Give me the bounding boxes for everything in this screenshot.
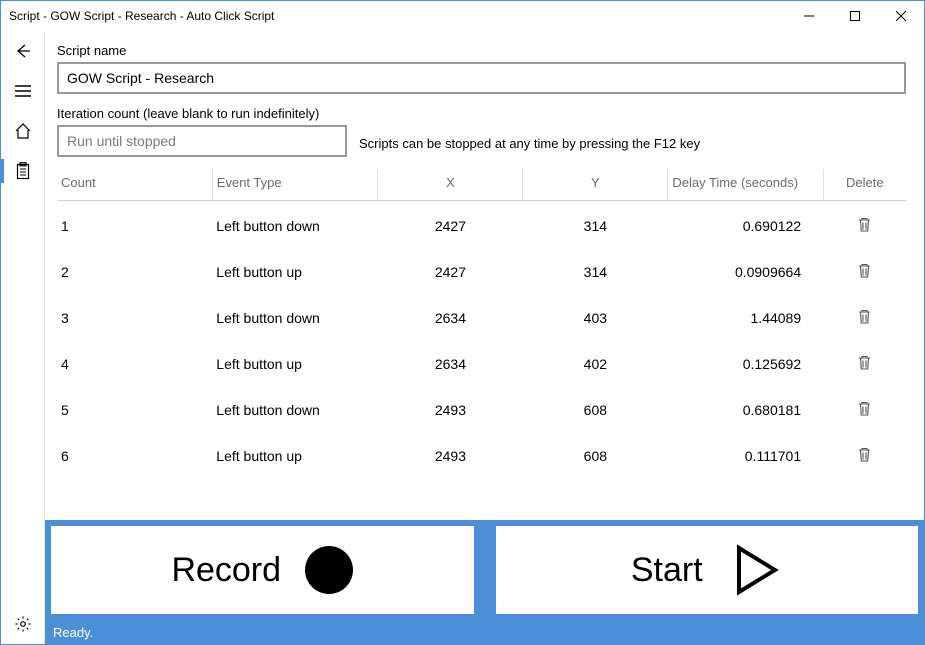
table-row[interactable]: 2Left button up24273140.0909664 bbox=[57, 247, 906, 293]
th-x[interactable]: X bbox=[378, 169, 523, 201]
cell-x: 2427 bbox=[378, 247, 523, 293]
trash-icon bbox=[858, 401, 871, 419]
delete-row-button[interactable] bbox=[858, 309, 871, 327]
table-row[interactable]: 5Left button down24936080.680181 bbox=[57, 385, 906, 431]
cell-delay: 0.111701 bbox=[668, 431, 823, 477]
main-panel: Script name Iteration count (leave blank… bbox=[45, 31, 924, 644]
cell-count: 5 bbox=[57, 385, 212, 431]
cell-x: 2634 bbox=[378, 293, 523, 339]
trash-icon bbox=[858, 217, 871, 235]
gear-icon bbox=[14, 615, 32, 633]
iteration-count-input[interactable] bbox=[57, 125, 347, 157]
cell-event-type: Left button up bbox=[212, 247, 378, 293]
table-row[interactable]: 6Left button up24936080.111701 bbox=[57, 431, 906, 477]
trash-icon bbox=[858, 355, 871, 373]
cell-x: 2493 bbox=[378, 431, 523, 477]
cell-event-type: Left button up bbox=[212, 431, 378, 477]
cell-event-type: Left button down bbox=[212, 201, 378, 248]
delete-row-button[interactable] bbox=[858, 263, 871, 281]
cell-y: 314 bbox=[523, 201, 668, 248]
cell-y: 608 bbox=[523, 431, 668, 477]
iteration-label: Iteration count (leave blank to run inde… bbox=[57, 106, 347, 121]
delete-row-button[interactable] bbox=[858, 401, 871, 419]
nav-settings[interactable] bbox=[1, 604, 45, 644]
th-y[interactable]: Y bbox=[523, 169, 668, 201]
side-nav bbox=[1, 31, 45, 644]
back-button[interactable] bbox=[1, 31, 45, 71]
stop-hint: Scripts can be stopped at any time by pr… bbox=[359, 136, 700, 157]
cell-event-type: Left button down bbox=[212, 293, 378, 339]
action-button-row: Record Start bbox=[45, 520, 924, 620]
record-button[interactable]: Record bbox=[45, 520, 480, 620]
th-delete[interactable]: Delete bbox=[823, 169, 906, 201]
cell-x: 2634 bbox=[378, 339, 523, 385]
delete-row-button[interactable] bbox=[858, 355, 871, 373]
th-delay[interactable]: Delay Time (seconds) bbox=[668, 169, 823, 201]
trash-icon bbox=[858, 447, 871, 465]
record-icon bbox=[305, 546, 353, 594]
cell-count: 2 bbox=[57, 247, 212, 293]
window-title: Script - GOW Script - Research - Auto Cl… bbox=[9, 9, 786, 23]
table-row[interactable]: 3Left button down26344031.44089 bbox=[57, 293, 906, 339]
cell-event-type: Left button down bbox=[212, 385, 378, 431]
hamburger-icon bbox=[15, 84, 31, 98]
cell-delay: 0.680181 bbox=[668, 385, 823, 431]
cell-delay: 0.690122 bbox=[668, 201, 823, 248]
cell-x: 2427 bbox=[378, 201, 523, 248]
status-bar: Ready. bbox=[45, 620, 924, 644]
clipboard-icon bbox=[15, 162, 31, 180]
start-button[interactable]: Start bbox=[490, 520, 925, 620]
cell-y: 402 bbox=[523, 339, 668, 385]
table-row[interactable]: 4Left button up26344020.125692 bbox=[57, 339, 906, 385]
cell-y: 403 bbox=[523, 293, 668, 339]
arrow-left-icon bbox=[14, 42, 32, 60]
event-table-wrap[interactable]: Count Event Type X Y Delay Time (seconds… bbox=[45, 161, 924, 520]
trash-icon bbox=[858, 309, 871, 327]
maximize-button[interactable] bbox=[832, 1, 878, 31]
cell-delay: 0.0909664 bbox=[668, 247, 823, 293]
start-label: Start bbox=[631, 551, 703, 590]
cell-count: 4 bbox=[57, 339, 212, 385]
close-button[interactable] bbox=[878, 1, 924, 31]
cell-count: 1 bbox=[57, 201, 212, 248]
trash-icon bbox=[858, 263, 871, 281]
record-label: Record bbox=[171, 551, 281, 590]
delete-row-button[interactable] bbox=[858, 217, 871, 235]
event-table: Count Event Type X Y Delay Time (seconds… bbox=[57, 169, 906, 477]
play-icon bbox=[727, 542, 783, 598]
cell-count: 3 bbox=[57, 293, 212, 339]
nav-home[interactable] bbox=[1, 111, 45, 151]
table-row[interactable]: 1Left button down24273140.690122 bbox=[57, 201, 906, 248]
th-event-type[interactable]: Event Type bbox=[212, 169, 378, 201]
cell-y: 314 bbox=[523, 247, 668, 293]
titlebar: Script - GOW Script - Research - Auto Cl… bbox=[1, 1, 924, 31]
hamburger-button[interactable] bbox=[1, 71, 45, 111]
home-icon bbox=[14, 122, 32, 140]
cell-delay: 1.44089 bbox=[668, 293, 823, 339]
cell-event-type: Left button up bbox=[212, 339, 378, 385]
minimize-button[interactable] bbox=[786, 1, 832, 31]
script-name-label: Script name bbox=[57, 43, 906, 58]
cell-delay: 0.125692 bbox=[668, 339, 823, 385]
delete-row-button[interactable] bbox=[858, 447, 871, 465]
cell-x: 2493 bbox=[378, 385, 523, 431]
cell-count: 6 bbox=[57, 431, 212, 477]
status-text: Ready. bbox=[53, 625, 93, 640]
script-name-input[interactable] bbox=[57, 62, 906, 94]
cell-y: 608 bbox=[523, 385, 668, 431]
nav-script[interactable] bbox=[1, 151, 45, 191]
th-count[interactable]: Count bbox=[57, 169, 212, 201]
